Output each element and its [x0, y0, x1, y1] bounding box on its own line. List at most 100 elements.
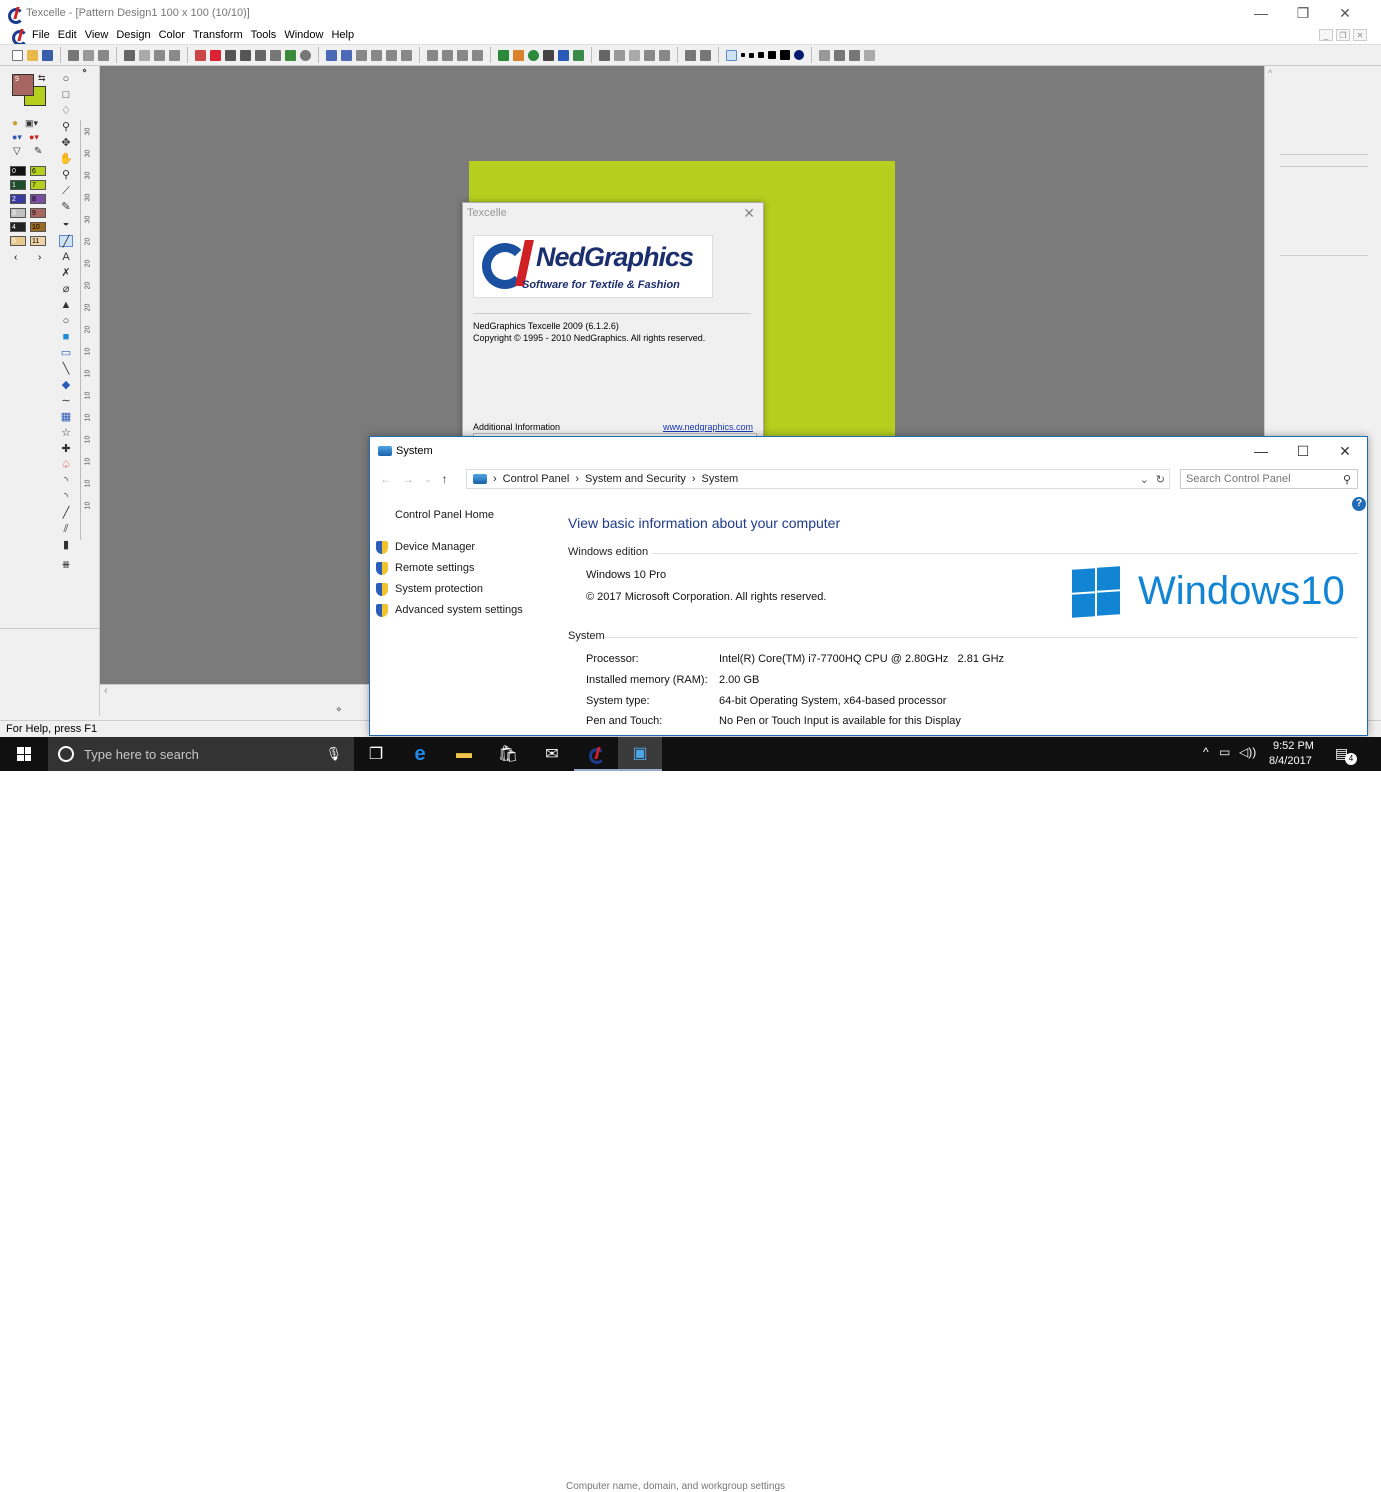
mdi-minimize-button[interactable]: _: [1319, 29, 1333, 41]
help-icon[interactable]: ?: [1352, 497, 1366, 511]
volume-icon[interactable]: ◁)): [1239, 745, 1256, 759]
line-tool-icon[interactable]: ╲: [59, 363, 73, 375]
mdi-restore-button[interactable]: ❐: [1336, 29, 1350, 41]
address-bar[interactable]: › Control Panel › System and Security › …: [466, 469, 1170, 489]
shape-icon[interactable]: ♤: [59, 459, 73, 471]
paste-icon[interactable]: [98, 49, 109, 61]
palette-swatch[interactable]: 1: [10, 180, 26, 190]
pen-size-4-icon[interactable]: [758, 52, 764, 58]
transform-icon[interactable]: [401, 49, 412, 61]
layers-icon[interactable]: [834, 49, 845, 61]
print-icon[interactable]: [124, 49, 135, 61]
grid-icon[interactable]: [240, 49, 251, 61]
chart-icon[interactable]: [285, 49, 296, 61]
back-arrow-icon[interactable]: ←: [380, 472, 392, 486]
palette-icon[interactable]: [498, 49, 509, 61]
hatch-icon[interactable]: ⫽: [59, 523, 73, 535]
arc2-icon[interactable]: ◝: [59, 491, 73, 503]
brush-color-icon[interactable]: [513, 49, 524, 61]
scroll-handle-icon[interactable]: ⋄: [336, 704, 342, 715]
print-preview-icon[interactable]: [139, 49, 150, 61]
close-button[interactable]: ✕: [1324, 0, 1366, 26]
palette-swatch[interactable]: 5: [10, 236, 26, 246]
fill-icon[interactable]: ◒: [59, 217, 73, 229]
properties-icon[interactable]: [864, 49, 875, 61]
window-tile-icon[interactable]: [644, 49, 655, 61]
undo-icon[interactable]: [154, 49, 165, 61]
settings-icon[interactable]: [300, 49, 311, 61]
palette-swatch[interactable]: 10: [30, 222, 46, 232]
address-dropdown-icon[interactable]: ⌄: [1140, 473, 1149, 486]
control-panel-home-link[interactable]: Control Panel Home: [395, 509, 494, 521]
redo-icon[interactable]: [169, 49, 180, 61]
star-icon[interactable]: [659, 49, 670, 61]
lasso-icon[interactable]: ○: [59, 73, 73, 85]
mirror-v-icon[interactable]: [341, 49, 352, 61]
taskbar-search-box[interactable]: Type here to search 🎙: [48, 737, 354, 771]
move-icon[interactable]: ✥: [59, 137, 73, 149]
color-mode-red-icon[interactable]: ●▾: [29, 132, 39, 143]
breadcrumb-control-panel[interactable]: Control Panel: [503, 473, 570, 485]
clock-time[interactable]: 9:52 PM: [1273, 740, 1314, 752]
store-icon[interactable]: 🛍: [486, 737, 530, 771]
refresh-icon[interactable]: ↻: [1156, 473, 1165, 486]
mail-icon[interactable]: ✉: [530, 737, 574, 771]
palette-swatch[interactable]: 2: [10, 194, 26, 204]
diamond-icon[interactable]: ◆: [59, 379, 73, 391]
pencil-tool-icon[interactable]: ╱: [59, 235, 73, 248]
diagonal-icon[interactable]: ╱: [59, 507, 73, 519]
color-mode-blue-icon[interactable]: ●▾: [12, 132, 22, 143]
menu-transform[interactable]: Transform: [189, 29, 247, 41]
system-protection-link[interactable]: System protection: [395, 583, 483, 595]
up-arrow-icon[interactable]: ↑: [442, 472, 448, 486]
copy-layer-icon[interactable]: [849, 49, 860, 61]
gradient-icon[interactable]: ■: [59, 331, 73, 343]
menu-file[interactable]: File: [28, 29, 54, 41]
menu-color[interactable]: Color: [155, 29, 189, 41]
pattern-icon[interactable]: [195, 49, 206, 61]
breadcrumb-system-security[interactable]: System and Security: [585, 473, 686, 485]
select-mode-icon[interactable]: ▣▾: [25, 118, 38, 129]
menu-edit[interactable]: Edit: [54, 29, 81, 41]
start-button[interactable]: [0, 737, 48, 771]
maximize-button[interactable]: ❐: [1282, 0, 1324, 26]
triangle-icon[interactable]: ▽: [13, 146, 21, 157]
mirror-h-icon[interactable]: [326, 49, 337, 61]
breadcrumb-system[interactable]: System: [702, 473, 739, 485]
text-tool-icon[interactable]: A: [59, 251, 73, 263]
microphone-icon[interactable]: 🎙: [325, 746, 342, 762]
rotate-icon[interactable]: [371, 49, 382, 61]
network-icon[interactable]: ▭: [1219, 745, 1230, 759]
zoom-tool-icon[interactable]: ⚲: [59, 169, 73, 181]
skew-icon[interactable]: [386, 49, 397, 61]
texcelle-taskbar-icon[interactable]: [574, 737, 618, 771]
palette-swatch[interactable]: 9: [30, 208, 46, 218]
scroll-left-icon[interactable]: ‹: [104, 685, 108, 697]
edge-browser-icon[interactable]: e: [398, 737, 442, 771]
eraser-icon[interactable]: ⌀: [59, 283, 73, 295]
palette-prev-icon[interactable]: ‹: [14, 252, 17, 263]
pen-size-5-icon[interactable]: [768, 51, 776, 59]
clock-date[interactable]: 8/4/2017: [1269, 755, 1312, 767]
system-minimize-button[interactable]: —: [1240, 437, 1282, 465]
system-close-button[interactable]: ✕: [1324, 437, 1366, 465]
menu-help[interactable]: Help: [327, 29, 358, 41]
scroll-up-icon[interactable]: ^: [1268, 68, 1272, 78]
blend-icon[interactable]: [457, 49, 468, 61]
view-scale-icon[interactable]: [629, 49, 640, 61]
device-manager-link[interactable]: Device Manager: [395, 541, 475, 553]
pen-size-1-icon[interactable]: [726, 49, 737, 61]
pen-size-3-icon[interactable]: [749, 52, 754, 58]
task-view-icon[interactable]: ❐: [354, 737, 398, 771]
zoom-icon[interactable]: [255, 49, 266, 61]
comb-icon[interactable]: ⧻: [59, 559, 73, 571]
arc-icon[interactable]: ◝: [59, 475, 73, 487]
polygon-icon[interactable]: ☆: [59, 427, 73, 439]
website-link[interactable]: www.nedgraphics.com: [663, 422, 753, 432]
palette-swatch[interactable]: 0: [10, 166, 26, 176]
bulb-icon[interactable]: ●: [12, 118, 18, 129]
freeform-select-icon[interactable]: ♢: [59, 105, 73, 117]
ellipse-icon[interactable]: ○: [59, 315, 73, 327]
ruler-toggle-icon[interactable]: ⋄: [82, 66, 87, 75]
swap-colors-icon[interactable]: ⇆: [38, 73, 46, 84]
